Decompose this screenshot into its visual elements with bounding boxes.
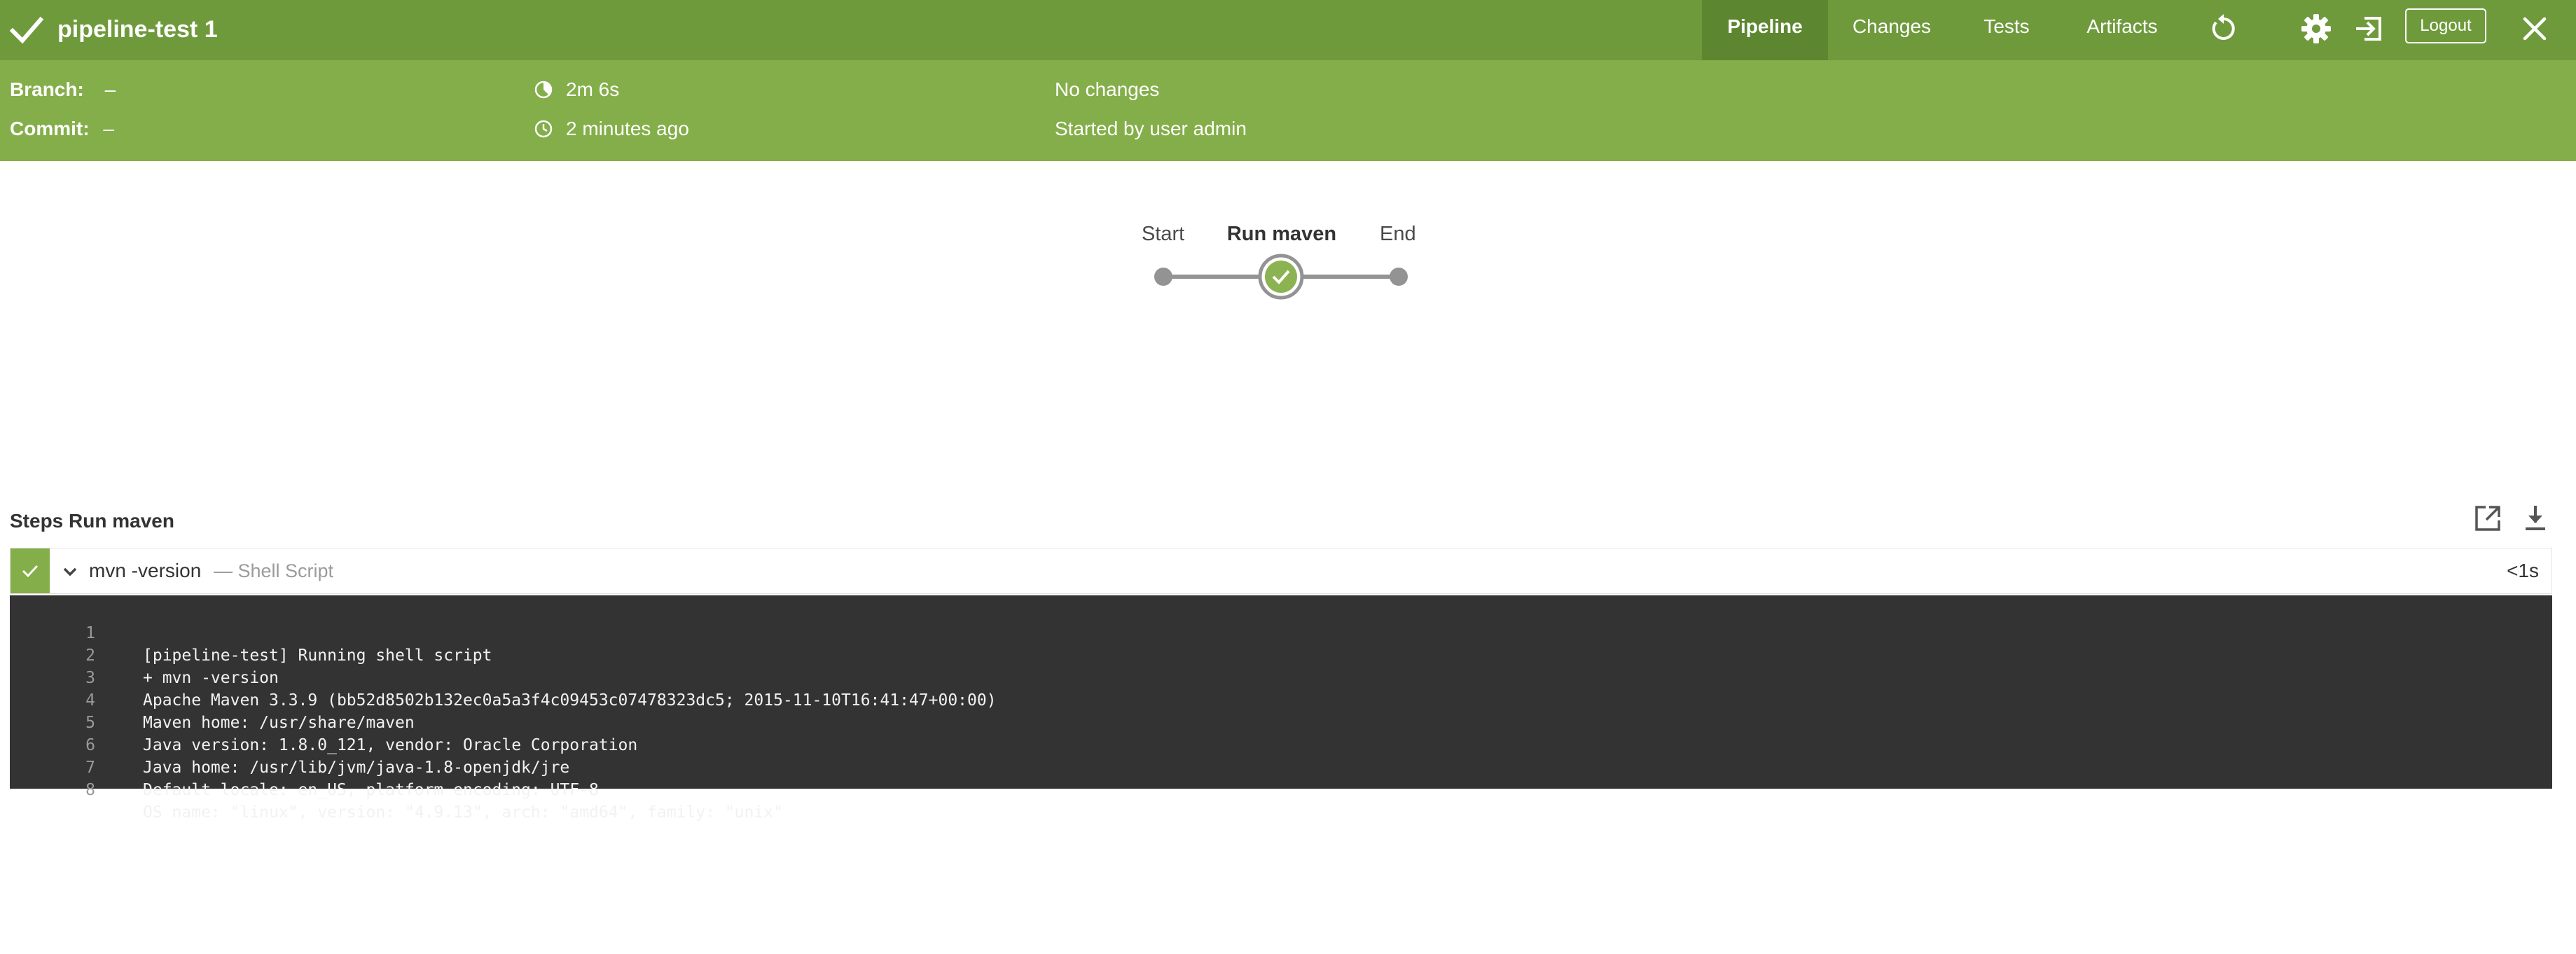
- commit-row: Commit: –: [10, 116, 114, 141]
- log-line-text: Java version: 1.8.0_121, vendor: Oracle …: [143, 736, 638, 754]
- graph-node-run-maven[interactable]: [1258, 254, 1304, 300]
- top-bar: pipeline-test 1 Pipeline Changes Tests A…: [0, 0, 2576, 60]
- log-line-text: + mvn -version: [143, 669, 279, 687]
- tab-pipeline[interactable]: Pipeline: [1702, 0, 1828, 60]
- tab-changes[interactable]: Changes: [1846, 0, 1937, 60]
- log-line-text: Apache Maven 3.3.9 (bb52d8502b132ec0a5a3…: [143, 691, 997, 710]
- step-name: mvn -version: [89, 560, 202, 581]
- tab-artifacts[interactable]: Artifacts: [2075, 0, 2170, 60]
- graph-node-end: [1390, 268, 1408, 286]
- duration: 2m 6s: [566, 78, 620, 100]
- run-details-bar: Branch: – Commit: – 2m 6s 2 minutes ago …: [0, 60, 2576, 161]
- duration-icon: [534, 81, 553, 99]
- log-line-number: 8: [85, 781, 95, 799]
- log-line-text: Java home: /usr/lib/jvm/java-1.8-openjdk…: [143, 759, 570, 777]
- exit-icon[interactable]: [2353, 13, 2385, 45]
- log-line: 7 Default locale: en_US, platform encodi…: [10, 734, 599, 799]
- download-icon[interactable]: [2520, 503, 2551, 534]
- stage-label-end: End: [1380, 223, 1416, 245]
- gear-icon[interactable]: [2300, 13, 2332, 45]
- console-log: 1 [pipeline-test] Running shell script 2…: [10, 595, 2552, 822]
- branch-label: Branch:: [10, 78, 84, 100]
- branch-row: Branch: –: [10, 77, 116, 102]
- open-external-icon[interactable]: [2472, 503, 2503, 534]
- log-line: 5 Java version: 1.8.0_121, vendor: Oracl…: [10, 689, 637, 754]
- close-icon[interactable]: [2519, 13, 2551, 45]
- steps-title: Steps Run maven: [10, 510, 174, 532]
- step-duration: <1s: [2507, 560, 2539, 581]
- log-line: 1 [pipeline-test] Running shell script: [10, 600, 492, 665]
- tab-tests[interactable]: Tests: [1961, 0, 2052, 60]
- log-line-text: Default locale: en_US, platform encoding…: [143, 781, 599, 799]
- check-icon: [22, 565, 39, 578]
- stage-label-run-maven[interactable]: Run maven: [1226, 223, 1338, 246]
- replay-icon[interactable]: [2208, 13, 2240, 45]
- chevron-down-icon[interactable]: [60, 561, 81, 582]
- step-status-success: [11, 548, 50, 593]
- step-row[interactable]: mvn -version — Shell Script <1s: [10, 548, 2552, 594]
- log-line-text: Maven home: /usr/share/maven: [143, 714, 415, 732]
- log-line: 6 Java home: /usr/lib/jvm/java-1.8-openj…: [10, 712, 569, 777]
- clock-icon: [534, 120, 553, 138]
- step-type: — Shell Script: [214, 560, 334, 581]
- changes-summary: No changes: [1055, 78, 1160, 100]
- check-icon: [10, 16, 43, 44]
- stage-label-start: Start: [1142, 223, 1185, 245]
- pipeline-graph: Start Run maven End: [1121, 210, 1457, 308]
- started-ago: 2 minutes ago: [566, 118, 689, 139]
- logout-button[interactable]: Logout: [2405, 8, 2486, 43]
- log-line-text: [pipeline-test] Running shell script: [143, 647, 492, 665]
- graph-canvas: [1154, 254, 1408, 300]
- run-title: pipeline-test 1: [57, 16, 218, 43]
- log-line: 3 Apache Maven 3.3.9 (bb52d8502b132ec0a5…: [10, 644, 996, 710]
- started-by: Started by user admin: [1055, 118, 1247, 139]
- log-line: 4 Maven home: /usr/share/maven: [10, 667, 415, 732]
- graph-node-start: [1154, 268, 1172, 286]
- log-line: 8 OS name: "linux", version: "4.9.13", a…: [10, 756, 783, 822]
- branch-value: –: [104, 78, 116, 100]
- commit-label: Commit:: [10, 118, 90, 139]
- commit-value: –: [103, 118, 114, 139]
- log-line-text: OS name: "linux", version: "4.9.13", arc…: [143, 803, 783, 822]
- log-line: 2 + mvn -version: [10, 622, 279, 687]
